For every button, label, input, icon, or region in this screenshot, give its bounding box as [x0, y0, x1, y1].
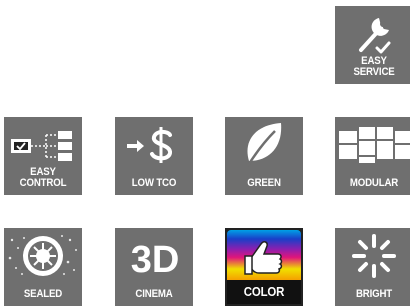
thumbs-up-icon — [225, 228, 303, 284]
sealed-burst-icon — [4, 228, 82, 284]
tile-label: EASY CONTROL — [19, 166, 67, 189]
leaf-icon — [225, 117, 303, 173]
3d-icon: 3D — [115, 228, 193, 284]
tile-green[interactable]: GREEN — [225, 117, 303, 195]
tile-label: LOW TCO — [131, 177, 177, 189]
tile-label: CINEMA — [135, 288, 173, 300]
tile-sealed[interactable]: SEALED — [4, 228, 82, 306]
tile-easy-control[interactable]: EASY CONTROL — [4, 117, 82, 195]
tile-label: COLOR — [243, 284, 285, 299]
bright-burst-icon — [335, 228, 410, 284]
tile-label: BRIGHT — [355, 288, 393, 300]
tile-label: GREEN — [247, 177, 281, 189]
modular-blocks-icon — [335, 117, 410, 173]
3d-icon-text: 3D — [131, 239, 180, 281]
tile-label: SEALED — [23, 288, 63, 300]
tile-modular[interactable]: MODULAR — [335, 117, 410, 195]
tile-cinema[interactable]: 3D CINEMA — [115, 228, 193, 306]
tile-low-tco[interactable]: LOW TCO — [115, 117, 193, 195]
wrench-check-icon — [335, 6, 410, 62]
control-network-icon — [4, 117, 82, 173]
tile-easy-service[interactable]: EASY SERVICE — [335, 6, 410, 84]
arrow-dollar-icon — [115, 117, 193, 173]
tile-color[interactable]: COLOR — [225, 228, 303, 306]
tile-label: EASY SERVICE — [353, 55, 395, 78]
tile-bright[interactable]: BRIGHT — [335, 228, 410, 306]
tile-label: MODULAR — [349, 177, 399, 189]
